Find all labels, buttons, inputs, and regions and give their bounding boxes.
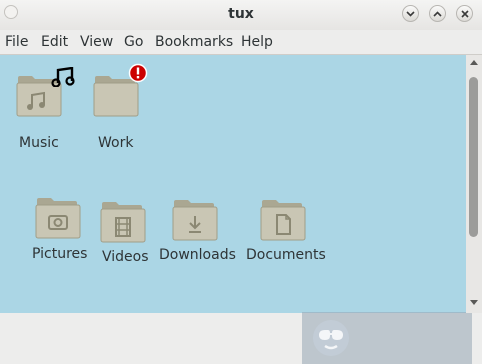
file-label: Documents [246, 247, 326, 263]
menu-help[interactable]: Help [241, 34, 273, 50]
title-bar[interactable]: tux [0, 0, 482, 30]
menu-view[interactable]: View [80, 34, 113, 50]
file-label: Videos [102, 249, 149, 265]
file-item-downloads[interactable]: Downloads [158, 195, 238, 265]
folder-videos-icon [100, 202, 146, 243]
file-item-documents[interactable]: Documents [244, 195, 328, 265]
user-avatar-overlay [302, 312, 472, 364]
menu-file[interactable]: File [5, 34, 28, 50]
chevron-up-icon [433, 10, 442, 17]
file-label: Work [98, 135, 134, 151]
scroll-down-arrow-icon[interactable] [469, 299, 479, 306]
close-icon [460, 9, 469, 18]
scrollbar-thumb[interactable] [469, 77, 478, 237]
menu-edit[interactable]: Edit [41, 34, 68, 50]
minimize-button[interactable] [402, 5, 419, 22]
folder-pictures-icon [35, 198, 81, 239]
file-view[interactable]: Music Work Pictures Videos Downloads Doc… [0, 55, 472, 364]
folder-documents-icon [260, 200, 306, 241]
file-item-work[interactable]: Work [90, 63, 150, 151]
file-item-videos[interactable]: Videos [98, 197, 152, 267]
file-label: Downloads [159, 247, 236, 263]
scroll-up-arrow-icon[interactable] [469, 59, 479, 66]
chevron-down-icon [406, 10, 415, 17]
important-emblem-icon [128, 63, 148, 83]
vertical-scrollbar[interactable] [466, 55, 482, 313]
avatar [313, 320, 349, 356]
menu-bar: File Edit View Go Bookmarks Help [0, 30, 482, 55]
file-label: Pictures [32, 246, 88, 262]
maximize-button[interactable] [429, 5, 446, 22]
file-item-pictures[interactable]: Pictures [30, 195, 90, 265]
music-note-icon [51, 67, 75, 87]
file-label: Music [19, 135, 59, 151]
folder-downloads-icon [172, 200, 218, 241]
close-button[interactable] [456, 5, 473, 22]
file-item-music[interactable]: Music [12, 67, 75, 151]
menu-bookmarks[interactable]: Bookmarks [155, 34, 233, 50]
menu-go[interactable]: Go [124, 34, 143, 50]
